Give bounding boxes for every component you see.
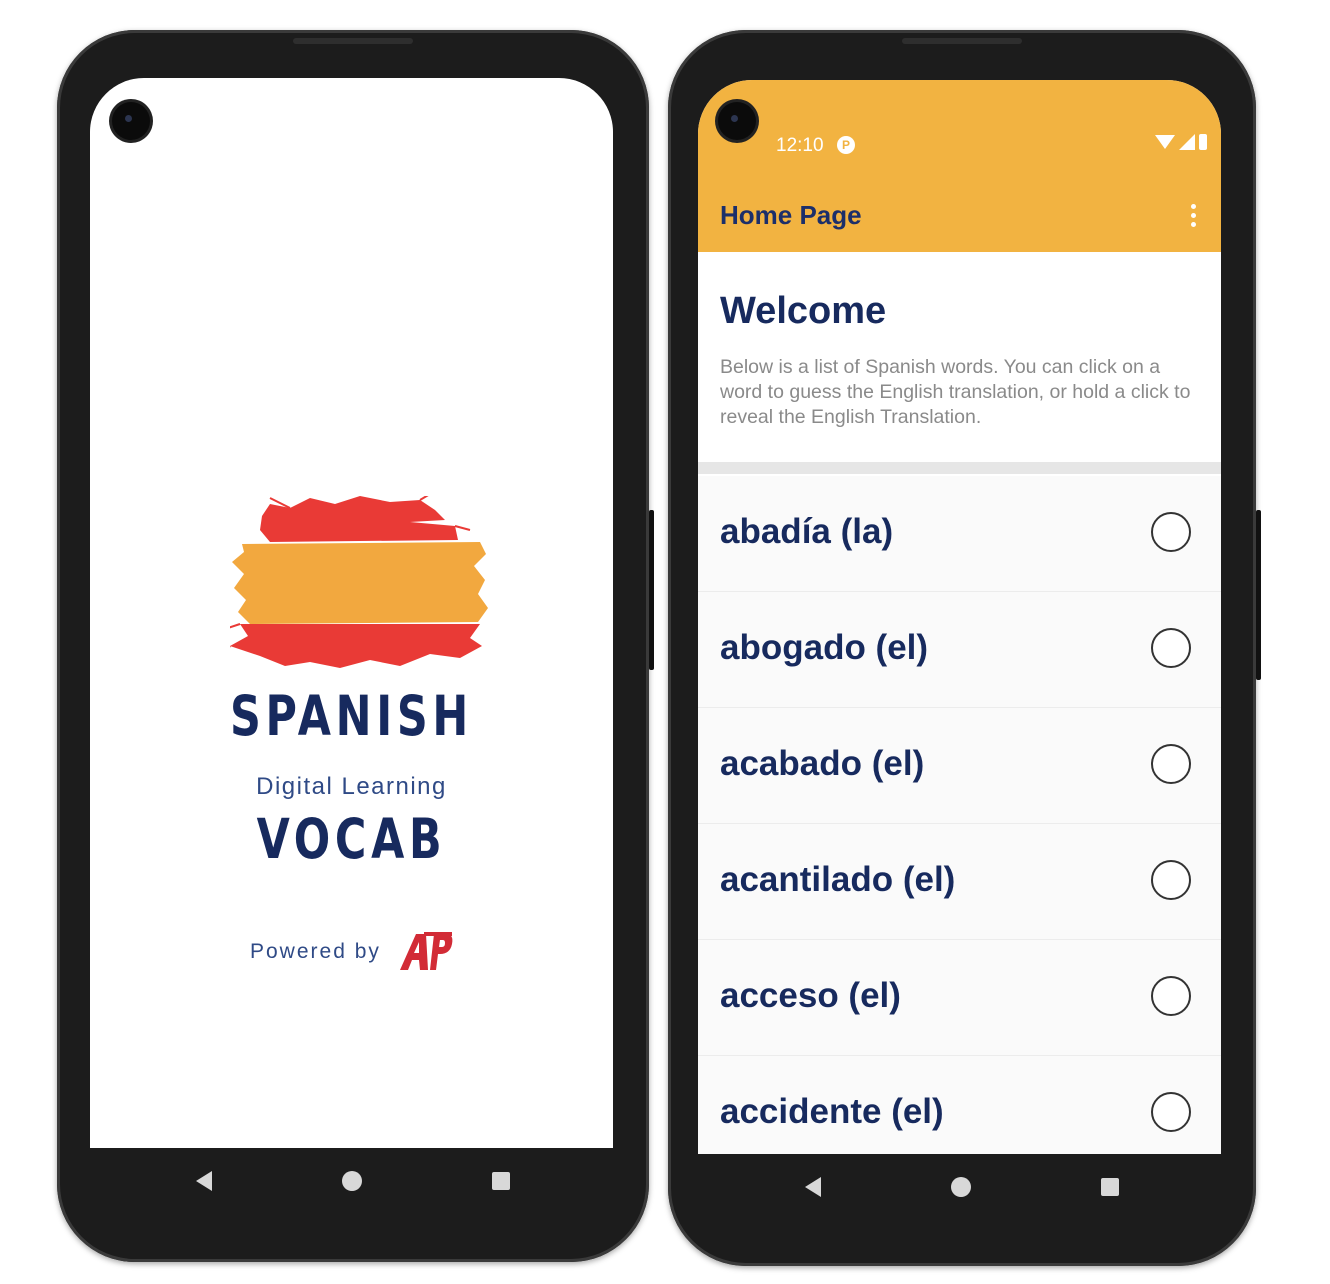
word-item[interactable]: acceso (el)	[698, 940, 1221, 1056]
signal-icon	[1179, 134, 1195, 150]
word-item[interactable]: accidente (el)	[698, 1056, 1221, 1154]
powered-by-label: Powered by	[250, 940, 381, 963]
ap-logo-icon	[400, 932, 453, 970]
word-item[interactable]: abogado (el)	[698, 592, 1221, 708]
word-radio[interactable]	[1151, 976, 1191, 1016]
speaker-grille	[293, 38, 413, 44]
volume-button	[649, 510, 654, 670]
notification-app-icon: P	[837, 136, 855, 154]
welcome-heading: Welcome	[720, 290, 887, 332]
word-radio[interactable]	[1151, 628, 1191, 668]
section-divider	[698, 462, 1221, 474]
brand-subtitle: VOCAB	[256, 807, 447, 871]
word-label: abadía (la)	[720, 512, 894, 551]
back-icon[interactable]	[196, 1171, 212, 1191]
word-item[interactable]: abadía (la)	[698, 476, 1221, 592]
word-list: abadía (la) abogado (el) acabado (el) ac…	[698, 476, 1221, 1154]
more-vert-icon[interactable]	[1191, 204, 1197, 227]
word-radio[interactable]	[1151, 512, 1191, 552]
system-nav-bar	[668, 1162, 1256, 1212]
welcome-description: Below is a list of Spanish words. You ca…	[720, 356, 1191, 428]
home-icon[interactable]	[951, 1177, 971, 1197]
app-bar: 12:10 P Home Page	[698, 80, 1221, 252]
volume-button	[1256, 510, 1261, 680]
system-nav-bar	[57, 1156, 649, 1206]
splash-screen: SPANISH Digital Learning VOCAB Powered b…	[90, 78, 613, 1148]
home-screen: 12:10 P Home Page Welcome Below is a lis…	[698, 80, 1221, 1154]
status-time: 12:10	[776, 135, 824, 156]
word-item[interactable]: acantilado (el)	[698, 824, 1221, 940]
recents-icon[interactable]	[492, 1172, 510, 1190]
speaker-grille	[902, 38, 1022, 44]
status-icons	[1155, 134, 1207, 150]
camera-icon	[112, 102, 150, 140]
word-radio[interactable]	[1151, 1092, 1191, 1132]
word-radio[interactable]	[1151, 860, 1191, 900]
word-label: accidente (el)	[720, 1092, 944, 1131]
brand-tagline: Digital Learning	[256, 773, 447, 800]
word-label: acabado (el)	[720, 744, 925, 783]
wifi-icon	[1155, 135, 1175, 149]
word-label: abogado (el)	[720, 628, 929, 667]
spain-flag-icon	[230, 496, 488, 668]
recents-icon[interactable]	[1101, 1178, 1119, 1196]
brand-title: SPANISH	[229, 684, 474, 748]
back-icon[interactable]	[805, 1177, 821, 1197]
phone-splash: SPANISH Digital Learning VOCAB Powered b…	[57, 30, 654, 1262]
home-icon[interactable]	[342, 1171, 362, 1191]
word-label: acantilado (el)	[720, 860, 956, 899]
word-item[interactable]: acabado (el)	[698, 708, 1221, 824]
word-label: acceso (el)	[720, 976, 901, 1015]
phone-home: 12:10 P Home Page Welcome Below is a lis…	[668, 30, 1261, 1266]
word-radio[interactable]	[1151, 744, 1191, 784]
camera-icon	[718, 102, 756, 140]
battery-icon	[1199, 134, 1207, 150]
page-title: Home Page	[720, 200, 862, 230]
